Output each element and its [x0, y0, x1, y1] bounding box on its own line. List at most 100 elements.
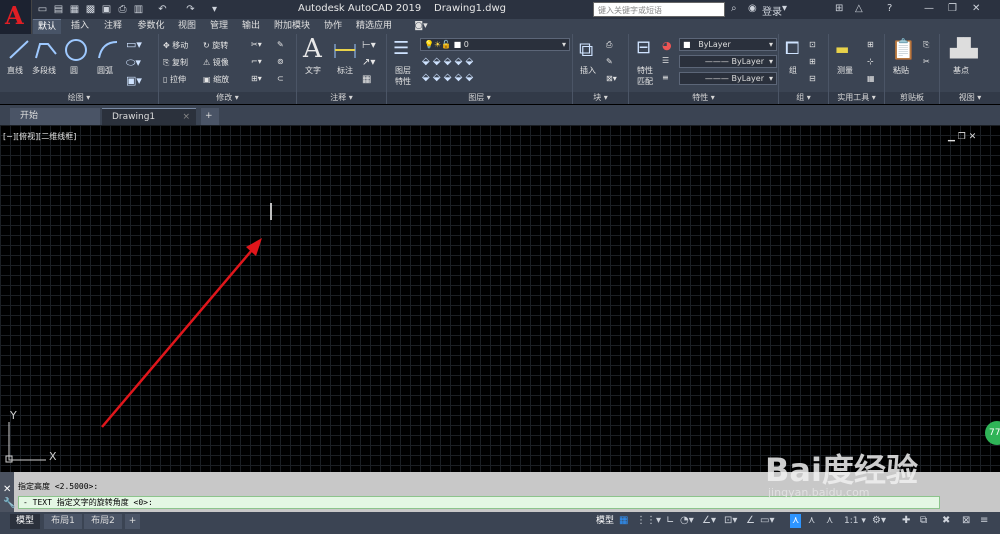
help-button[interactable]: ? [887, 3, 892, 14]
customize-status-icon[interactable]: ≡ [980, 514, 988, 528]
command-customize-icon[interactable]: 🔧 [3, 498, 15, 509]
new-tab-button[interactable]: + [201, 108, 219, 125]
array-icon[interactable]: ⊞▾ [251, 74, 262, 83]
line-icon[interactable] [8, 38, 30, 62]
cut-icon[interactable]: ✂ [923, 57, 930, 66]
match-properties-icon[interactable]: ⊟ [636, 37, 651, 58]
group-button[interactable]: 组 [789, 65, 797, 76]
trim-icon[interactable]: ✂▾ [251, 40, 262, 49]
tab-featured-apps[interactable]: 精选应用 [352, 19, 396, 34]
tab-start[interactable]: 开始 [10, 108, 100, 125]
tab-annotate[interactable]: 注释 [99, 19, 127, 34]
tab-parametric[interactable]: 参数化 [133, 19, 169, 34]
plus-icon[interactable]: ✚ [902, 514, 910, 528]
tab-output[interactable]: 输出 [237, 19, 265, 34]
open-file-icon[interactable]: ▤ [52, 3, 65, 16]
leader-icon[interactable]: ↗▾ [362, 57, 375, 68]
calculator-icon[interactable]: ▦ [867, 74, 875, 83]
properties-panel-label[interactable]: 特性 ▾ [629, 92, 778, 104]
layer-properties-button[interactable]: 图层 [395, 65, 411, 76]
ribbon-toggle-icon[interactable]: ◙▾ [410, 19, 432, 34]
tab-manage[interactable]: 管理 [205, 19, 233, 34]
search-input[interactable]: 键入关键字或短语 [593, 2, 725, 17]
match-properties-button[interactable]: 特性 [637, 65, 653, 76]
model-space-button[interactable]: 模型 [596, 514, 614, 528]
layers-panel-label[interactable]: 图层 ▾ [387, 92, 572, 104]
measure-button[interactable]: 测量 [837, 65, 853, 76]
linear-dim-icon[interactable]: ⊢▾ [362, 40, 376, 51]
arc-icon[interactable] [96, 38, 120, 62]
text-button[interactable]: 文字 [305, 65, 321, 76]
polyline-button[interactable]: 多段线 [32, 65, 56, 76]
hatch-icon[interactable]: ⬭▾ [126, 56, 141, 70]
hardware-accel-icon[interactable]: ✖ [942, 514, 950, 528]
paste-icon[interactable]: 📋 [891, 37, 916, 61]
color-wheel-icon[interactable]: ◕ [662, 39, 672, 52]
scale-button[interactable]: ▣ 缩放 [203, 74, 229, 85]
polar-icon[interactable]: ◔▾ [680, 514, 694, 528]
mirror-button[interactable]: ⚠ 镜像 [203, 57, 229, 68]
fillet-icon[interactable]: ⌐▾ [251, 57, 262, 66]
tab-addins[interactable]: 附加模块 [270, 19, 314, 34]
quick-select-icon[interactable]: ⊞ [867, 40, 874, 49]
layer-dropdown[interactable]: 💡☀🔓 ■ 0 ▾ [420, 38, 570, 51]
command-close-icon[interactable]: ✕ [3, 484, 11, 495]
move-button[interactable]: ✥ 移动 [163, 40, 188, 51]
block-panel-label[interactable]: 块 ▾ [573, 92, 628, 104]
groups-panel-label[interactable]: 组 ▾ [779, 92, 828, 104]
annotation-scale-icon[interactable]: ⋏ [826, 514, 833, 528]
tab-default[interactable]: 默认 [33, 19, 61, 34]
restore-icon[interactable]: ❐ [948, 3, 957, 14]
transparency-icon[interactable]: ▭▾ [760, 514, 774, 528]
text-icon[interactable]: A [303, 34, 322, 64]
rotate-button[interactable]: ↻ 旋转 [203, 40, 228, 51]
undo-icon[interactable]: ↶ [156, 3, 169, 16]
web-mobile-icon[interactable]: ▣ [100, 3, 113, 16]
point-style-icon[interactable]: ⊹ [867, 57, 874, 66]
paste-button[interactable]: 粘贴 [893, 65, 909, 76]
gradient-icon[interactable]: ▣▾ [126, 74, 142, 87]
tab-layout1[interactable]: 布局1 [44, 514, 82, 529]
group-edit-icon[interactable]: ⊞ [809, 57, 816, 66]
dimension-icon[interactable] [332, 40, 358, 60]
redo-icon[interactable]: ↷ [184, 3, 197, 16]
snap-icon[interactable]: ⋮⋮▾ [636, 514, 661, 528]
fullscreen-icon[interactable]: ⊠ [962, 514, 970, 528]
draw-panel-label[interactable]: 绘图 ▾ [0, 92, 158, 104]
ungroup-icon[interactable]: ⊡ [809, 40, 816, 49]
rectangle-icon[interactable]: ▭▾ [126, 38, 142, 51]
explode-icon[interactable]: ⊚ [277, 57, 284, 66]
copy-clip-icon[interactable]: ⎘ [923, 40, 929, 50]
tab-drawing1[interactable]: Drawing1 × [102, 108, 196, 125]
chevron-down-icon[interactable]: ▾ [782, 3, 787, 14]
customize-dropdown-icon[interactable]: ▾ [208, 3, 221, 16]
insert-block-icon[interactable]: ⧉ [579, 37, 593, 61]
modify-panel-label[interactable]: 修改 ▾ [159, 92, 296, 104]
auto-scale-icon[interactable]: ⋏ [808, 514, 815, 528]
color-dropdown[interactable]: ■ ByLayer ▾ [679, 38, 777, 51]
tab-layout2[interactable]: 布局2 [84, 514, 122, 529]
edit-block-icon[interactable]: ✎ [606, 57, 613, 66]
block-attr-icon[interactable]: ⊠▾ [606, 74, 617, 83]
grid-icon[interactable]: ▦ [619, 514, 628, 528]
base-button[interactable]: 基点 [953, 65, 969, 76]
group-select-icon[interactable]: ⊟ [809, 74, 816, 83]
base-view-icon[interactable]: ▟▙ [950, 38, 978, 59]
binoculars-icon[interactable]: ⌕ [731, 3, 737, 14]
lineweight-display-icon[interactable]: ∠ [746, 514, 755, 528]
stretch-button[interactable]: ▯ 拉伸 [163, 74, 186, 85]
isolate-objects-icon[interactable]: ⧉ [920, 514, 927, 528]
new-file-icon[interactable]: ▭ [36, 3, 49, 16]
layer-properties-icon[interactable]: ☰ [393, 38, 409, 59]
linetype-dropdown[interactable]: ——— ByLayer ▾ [679, 55, 777, 68]
tab-model[interactable]: 模型 [10, 514, 40, 529]
group-icon[interactable]: ⧠ [785, 38, 799, 59]
tab-insert[interactable]: 插入 [66, 19, 94, 34]
measure-icon[interactable]: ▬ [835, 40, 849, 58]
circle-button[interactable]: 圆 [70, 65, 78, 76]
annotation-visibility-icon[interactable]: ⋏ [790, 514, 802, 528]
utilities-panel-label[interactable]: 实用工具 ▾ [829, 92, 884, 104]
add-layout-button[interactable]: + [125, 514, 140, 529]
dimension-button[interactable]: 标注 [337, 65, 353, 76]
copy-button[interactable]: ⎘ 复制 [163, 57, 188, 68]
